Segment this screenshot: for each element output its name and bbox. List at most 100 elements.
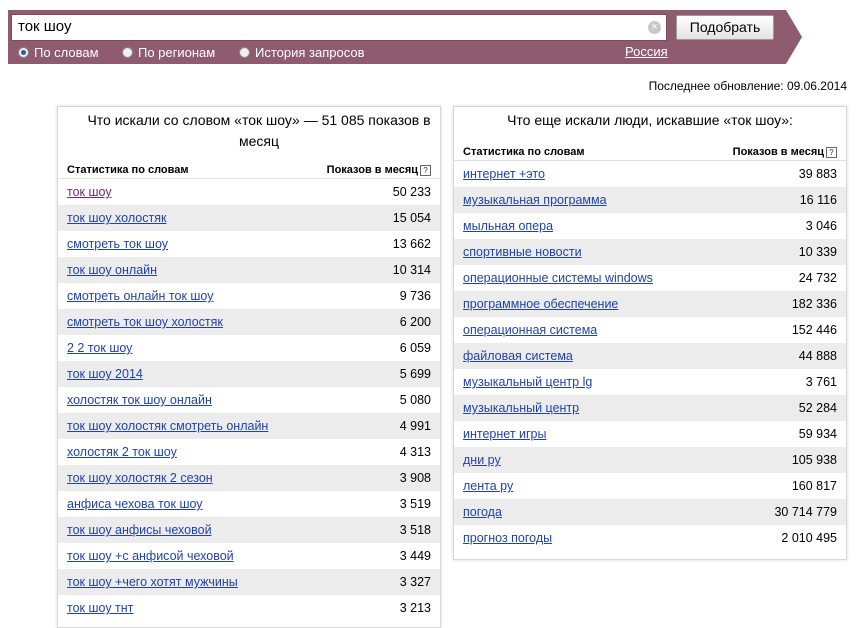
query-link[interactable]: ток шоу анфисы чеховой — [67, 523, 212, 537]
left-table-body: ток шоу 50 233 ток шоу холостяк 15 054 смотр… — [58, 179, 440, 621]
search-input[interactable]: ток шоу × — [11, 14, 667, 41]
query-link[interactable]: холостяк 2 ток шоу — [67, 445, 177, 459]
table-row: файловая система 44 888 — [454, 343, 846, 369]
impressions-count: 30 714 779 — [774, 505, 837, 519]
query-link[interactable]: мыльная опера — [463, 219, 553, 233]
table-row: ток шоу онлайн 10 314 — [58, 257, 440, 283]
query-link[interactable]: ток шоу холостяк — [67, 211, 166, 225]
table-row: смотреть ток шоу холостяк 6 200 — [58, 309, 440, 335]
table-row: смотреть ток шоу 13 662 — [58, 231, 440, 257]
query-link[interactable]: смотреть ток шоу холостяк — [67, 315, 223, 329]
query-link[interactable]: прогноз погоды — [463, 531, 552, 545]
query-link[interactable]: спортивные новости — [463, 245, 582, 259]
table-header: Статистика по словам Показов в месяц? — [454, 138, 846, 161]
query-link[interactable]: операционные системы windows — [463, 271, 653, 285]
radio-icon[interactable] — [239, 47, 250, 58]
col-word-header: Статистика по словам — [463, 146, 585, 158]
impressions-count: 16 116 — [799, 193, 837, 207]
table-row: интернет +это 39 883 — [454, 161, 846, 187]
table-row: смотреть онлайн ток шоу 9 736 — [58, 283, 440, 309]
impressions-count: 3 518 — [399, 523, 431, 537]
query-link[interactable]: ток шоу +с анфисой чеховой — [67, 549, 234, 563]
impressions-count: 3 761 — [805, 375, 837, 389]
help-icon[interactable]: ? — [420, 165, 431, 176]
impressions-count: 182 336 — [791, 297, 837, 311]
table-row: холостяк 2 ток шоу 4 313 — [58, 439, 440, 465]
region-link[interactable]: Россия — [625, 44, 668, 59]
query-link[interactable]: интернет игры — [463, 427, 547, 441]
query-link[interactable]: интернет +это — [463, 167, 545, 181]
query-link[interactable]: ток шоу тнт — [67, 601, 133, 615]
col-count-header-wrap: Показов в месяц? — [733, 146, 837, 158]
impressions-count: 50 233 — [392, 185, 431, 199]
table-row: музыкальный центр 52 284 — [454, 395, 846, 421]
mode-label: По регионам — [138, 45, 216, 60]
table-row: ток шоу 50 233 — [58, 179, 440, 205]
table-row: погода 30 714 779 — [454, 499, 846, 525]
table-row: интернет игры 59 934 — [454, 421, 846, 447]
query-link[interactable]: ток шоу холостяк смотреть онлайн — [67, 419, 268, 433]
query-link[interactable]: ток шоу онлайн — [67, 263, 157, 277]
query-link[interactable]: ток шоу — [67, 185, 112, 199]
table-row: ток шоу холостяк смотреть онлайн 4 991 — [58, 413, 440, 439]
impressions-count: 3 449 — [399, 549, 431, 563]
mode-by-regions[interactable]: По регионам — [122, 44, 215, 61]
table-row: дни ру 105 938 — [454, 447, 846, 473]
search-bar-arrow — [786, 10, 802, 64]
table-row: ток шоу анфисы чеховой 3 518 — [58, 517, 440, 543]
left-panel: Что искали со словом «ток шоу» — 51 085 … — [57, 106, 441, 628]
impressions-count: 44 888 — [798, 349, 837, 363]
radio-checked-icon[interactable] — [18, 47, 29, 58]
query-link[interactable]: смотреть онлайн ток шоу — [67, 289, 213, 303]
query-link[interactable]: 2 2 ток шоу — [67, 341, 132, 355]
impressions-count: 3 519 — [399, 497, 431, 511]
right-table-body: интернет +это 39 883 музыкальная программа… — [454, 161, 846, 551]
query-link[interactable]: музыкальный центр lg — [463, 375, 592, 389]
query-link[interactable]: файловая система — [463, 349, 573, 363]
query-link[interactable]: операционная система — [463, 323, 597, 337]
table-row: ток шоу тнт 3 213 — [58, 595, 440, 621]
impressions-count: 52 284 — [798, 401, 837, 415]
query-link[interactable]: музыкальный центр — [463, 401, 579, 415]
impressions-count: 15 054 — [392, 211, 431, 225]
right-panel-title: Что еще искали люди, искавшие «ток шоу»: — [507, 112, 793, 128]
help-icon[interactable]: ? — [826, 147, 837, 158]
impressions-count: 160 817 — [791, 479, 837, 493]
query-link[interactable]: ток шоу +чего хотят мужчины — [67, 575, 238, 589]
table-row: ток шоу 2014 5 699 — [58, 361, 440, 387]
submit-button[interactable]: Подобрать — [676, 15, 774, 40]
radio-icon[interactable] — [122, 47, 133, 58]
query-link[interactable]: музыкальная программа — [463, 193, 607, 207]
table-row: ток шоу холостяк 2 сезон 3 908 — [58, 465, 440, 491]
clear-icon[interactable]: × — [648, 21, 661, 34]
impressions-count: 5 080 — [399, 393, 431, 407]
query-link[interactable]: дни ру — [463, 453, 501, 467]
query-link[interactable]: лента ру — [463, 479, 513, 493]
query-link[interactable]: холостяк ток шоу онлайн — [67, 393, 212, 407]
mode-by-words[interactable]: По словам — [18, 44, 99, 61]
query-link[interactable]: смотреть ток шоу — [67, 237, 168, 251]
impressions-count: 5 699 — [399, 367, 431, 381]
col-count-header: Показов в месяц — [732, 146, 824, 158]
table-row: операционные системы windows 24 732 — [454, 265, 846, 291]
query-link[interactable]: программное обеспечение — [463, 297, 618, 311]
table-row: прогноз погоды 2 010 495 — [454, 525, 846, 551]
query-link[interactable]: анфиса чехова ток шоу — [67, 497, 203, 511]
table-row: ток шоу +с анфисой чеховой 3 449 — [58, 543, 440, 569]
impressions-count: 105 938 — [791, 453, 837, 467]
query-link[interactable]: ток шоу 2014 — [67, 367, 143, 381]
impressions-count: 3 046 — [805, 219, 837, 233]
impressions-count: 24 732 — [798, 271, 837, 285]
query-link[interactable]: ток шоу холостяк 2 сезон — [67, 471, 213, 485]
impressions-count: 2 010 495 — [781, 531, 837, 545]
impressions-count: 4 991 — [399, 419, 431, 433]
table-row: 2 2 ток шоу 6 059 — [58, 335, 440, 361]
mode-history[interactable]: История запросов — [239, 44, 365, 61]
col-count-header: Показов в месяц — [326, 164, 418, 176]
impressions-count: 3 213 — [399, 601, 431, 615]
col-count-header-wrap: Показов в месяц? — [327, 164, 431, 176]
query-link[interactable]: погода — [463, 505, 502, 519]
impressions-count: 10 314 — [392, 263, 431, 277]
impressions-count: 13 662 — [392, 237, 431, 251]
table-row: операционная система 152 446 — [454, 317, 846, 343]
